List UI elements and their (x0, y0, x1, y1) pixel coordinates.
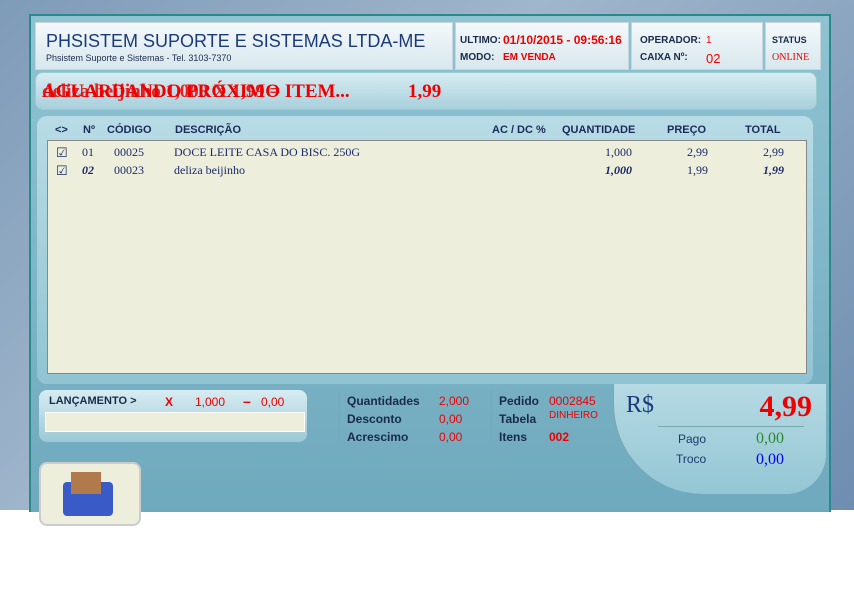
currency-symbol: R$ (626, 392, 655, 418)
tabela-value: DINHEIRO (549, 410, 598, 421)
status-label: STATUS (772, 35, 807, 45)
acrescimo-value: 0,00 (439, 430, 463, 444)
company-name: PHSISTEM SUPORTE E SISTEMAS LTDA-ME (46, 31, 426, 51)
col-acdc: AC / DC % (492, 124, 546, 136)
pago-value: 0,00 (756, 430, 784, 447)
quantidades-value: 2,000 (439, 394, 470, 408)
company-box: PHSISTEM SUPORTE E SISTEMAS LTDA-ME Phsi… (35, 22, 453, 70)
troco-value: 0,00 (756, 451, 784, 468)
products-button[interactable] (39, 462, 141, 526)
cell-total: 1,99 (763, 163, 784, 177)
itens-label: Itens (499, 430, 528, 444)
caixa-value: 02 (706, 51, 721, 66)
cell-n: 02 (82, 163, 94, 177)
caixa-label: CAIXA Nº: (640, 52, 688, 63)
col-total: TOTAL (745, 124, 781, 136)
divider (339, 390, 340, 442)
operador-box: OPERADOR: 1 CAIXA Nº: 02 (631, 22, 763, 70)
pos-window: PHSISTEM SUPORTE E SISTEMAS LTDA-ME Phsi… (29, 14, 831, 526)
table-row[interactable]: ☑ 01 00025 DOCE LEITE CASA DO BISC. 250G… (48, 143, 806, 161)
ultimo-label: ULTIMO: (460, 35, 501, 46)
col-descricao: DESCRIÇÃO (175, 124, 242, 136)
col-toggle[interactable]: <> (55, 124, 68, 136)
status-value: ONLINE (772, 52, 810, 63)
cell-total: 2,99 (763, 145, 784, 159)
ultimo-box: ULTIMO: 01/10/2015 - 09:56:16 MODO: EM V… (455, 22, 629, 70)
items-panel: <> Nº CÓDIGO DESCRIÇÃO AC / DC % QUANTID… (37, 116, 813, 384)
col-codigo: CÓDIGO (107, 124, 152, 136)
lancamento-box: LANÇAMENTO > X 1,000 – 0,00 (39, 390, 307, 442)
pago-label: Pago (678, 432, 707, 446)
col-n: Nº (83, 124, 95, 136)
checkbox-icon[interactable]: ☑ (56, 145, 68, 161)
lancamento-input[interactable] (45, 412, 305, 432)
lancamento-desconto: 0,00 (261, 395, 285, 409)
col-preco: PREÇO (667, 124, 707, 136)
total-value: 4,99 (759, 390, 813, 423)
lancamento-qtd: 1,000 (195, 395, 226, 409)
itens-value: 002 (549, 430, 570, 444)
quantidades-label: Quantidades (347, 394, 420, 408)
cell-codigo: 00023 (114, 163, 144, 177)
cell-preco: 1,99 (687, 163, 708, 177)
divider (491, 390, 492, 442)
acrescimo-label: Acrescimo (347, 430, 409, 444)
multiply-sign: X (165, 395, 174, 409)
status-box: STATUS ONLINE (765, 22, 821, 70)
cell-qtd: 1,000 (605, 145, 632, 159)
cell-codigo: 00025 (114, 145, 144, 159)
totals-box: R$ 4,99 Pago 0,00 Troco 0,00 (613, 384, 826, 494)
banner-price: 1,99 (408, 81, 442, 102)
ultimo-value: 01/10/2015 - 09:56:16 (503, 33, 622, 47)
items-table: ☑ 01 00025 DOCE LEITE CASA DO BISC. 250G… (47, 140, 807, 374)
minus-sign: – (243, 393, 251, 409)
operador-value: 1 (706, 35, 712, 46)
operador-label: OPERADOR: (640, 35, 702, 46)
modo-value: EM VENDA (503, 52, 556, 63)
cell-descricao: DOCE LEITE CASA DO BISC. 250G (174, 145, 361, 159)
pedido-label: Pedido (499, 394, 540, 408)
lancamento-label: LANÇAMENTO > (49, 395, 137, 407)
item-banner: AGUARDANDO PRÓXIMO ITEM... deliza beijin… (35, 72, 817, 110)
company-subtitle: Phsistem Suporte e Sistemas - Tel. 3103-… (46, 53, 232, 63)
cell-preco: 2,99 (687, 145, 708, 159)
boxes-icon (71, 472, 101, 494)
cell-n: 01 (82, 145, 94, 159)
divider (658, 426, 804, 427)
desconto-value: 0,00 (439, 412, 463, 426)
checkbox-icon[interactable]: ☑ (56, 163, 68, 179)
tabela-label: Tabela (499, 412, 537, 426)
col-quantidade: QUANTIDADE (562, 124, 636, 136)
table-row[interactable]: ☑ 02 00023 deliza beijinho 1,000 1,99 1,… (48, 161, 806, 179)
troco-label: Troco (676, 452, 707, 466)
banner-last-item: deliza beijinho 1,000 X 1,99 = (42, 81, 281, 102)
cell-descricao: deliza beijinho (174, 163, 245, 177)
cell-qtd: 1,000 (605, 163, 632, 177)
modo-label: MODO: (460, 52, 495, 63)
pedido-value: 0002845 (549, 394, 596, 408)
desconto-label: Desconto (347, 412, 402, 426)
